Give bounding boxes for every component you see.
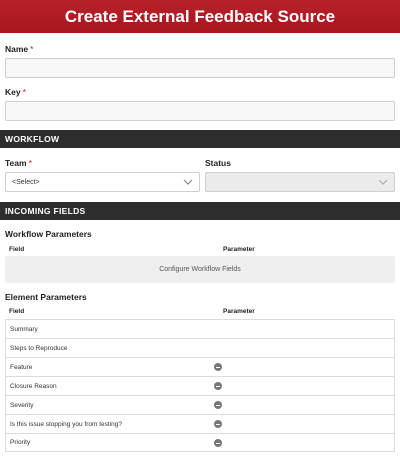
- status-label: Status: [205, 158, 231, 168]
- row-field-label: Summary: [10, 325, 38, 333]
- field-column-header: Field: [9, 246, 25, 253]
- key-label-text: Key: [5, 87, 21, 97]
- chevron-down-icon: [378, 179, 388, 185]
- element-parameters-heading: Element Parameters: [5, 292, 87, 302]
- element-field-column-header: Field: [9, 308, 25, 315]
- row-field-label: Closure Reason: [10, 382, 57, 390]
- remove-icon[interactable]: [214, 420, 222, 428]
- parameter-column-header: Parameter: [223, 246, 255, 253]
- row-field-label: Steps to Reproduce: [10, 344, 68, 352]
- row-field-label: Severity: [10, 401, 34, 409]
- page-title: Create External Feedback Source: [0, 0, 400, 33]
- name-label: Name *: [5, 44, 33, 54]
- table-row: Closure Reason: [5, 376, 395, 395]
- configure-workflow-fields-button[interactable]: Configure Workflow Fields: [5, 256, 395, 283]
- required-marker: *: [28, 158, 32, 168]
- required-marker: *: [22, 87, 26, 97]
- workflow-parameters-heading: Workflow Parameters: [5, 229, 92, 239]
- element-parameter-column-header: Parameter: [223, 308, 255, 315]
- required-marker: *: [30, 44, 34, 54]
- team-label-text: Team: [5, 158, 27, 168]
- row-field-label: Is this issue stopping you from testing?: [10, 420, 123, 428]
- status-select[interactable]: [205, 172, 395, 192]
- team-select[interactable]: <Select>: [5, 172, 200, 192]
- workflow-section-header: WORKFLOW: [0, 130, 400, 148]
- remove-icon[interactable]: [214, 439, 222, 447]
- table-row: Summary: [5, 319, 395, 338]
- table-row: Steps to Reproduce: [5, 338, 395, 357]
- name-input[interactable]: [5, 58, 395, 78]
- row-field-label: Priority: [10, 439, 31, 446]
- key-label: Key *: [5, 87, 26, 97]
- remove-icon[interactable]: [214, 401, 222, 409]
- team-label: Team *: [5, 158, 32, 168]
- table-row: Severity: [5, 395, 395, 414]
- key-input[interactable]: [5, 101, 395, 121]
- name-label-text: Name: [5, 44, 29, 54]
- row-field-label: Feature: [10, 363, 33, 371]
- team-select-value: <Select>: [12, 178, 40, 186]
- table-row: Feature: [5, 357, 395, 376]
- table-row: Priority: [5, 433, 395, 452]
- remove-icon[interactable]: [214, 382, 222, 390]
- remove-icon[interactable]: [214, 363, 222, 371]
- table-row: Is this issue stopping you from testing?: [5, 414, 395, 433]
- chevron-down-icon: [183, 179, 193, 185]
- incoming-fields-section-header: INCOMING FIELDS: [0, 202, 400, 220]
